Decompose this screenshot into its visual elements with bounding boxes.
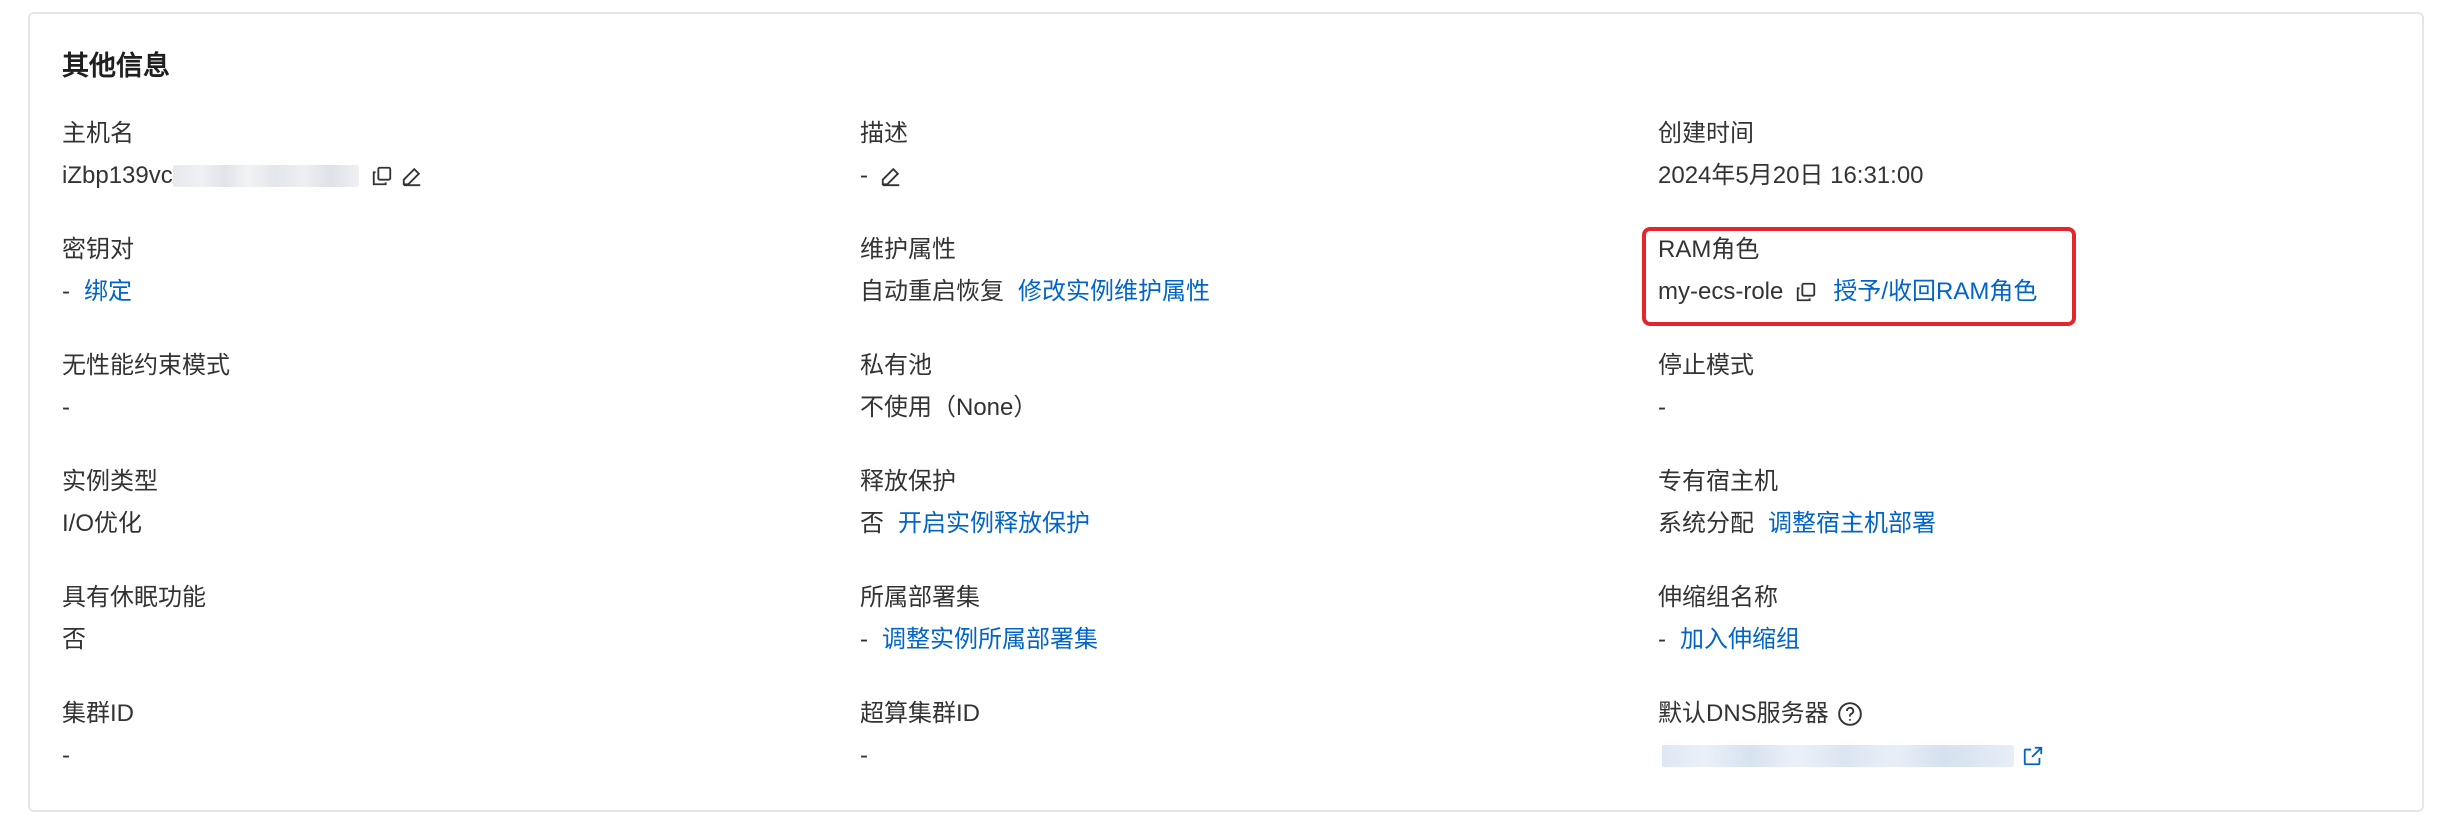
hibernation-value: 否 [62, 624, 860, 656]
adjust-deployment-set-link[interactable]: 调整实例所属部署集 [882, 624, 1098, 656]
no-perf-constraint-label: 无性能约束模式 [62, 352, 230, 379]
cluster-id-label: 集群ID [62, 700, 134, 727]
release-protection-value: 否 开启实例释放保护 [860, 508, 1658, 540]
field-created-time: 创建时间 2024年5月20日 16:31:00 [1658, 118, 2402, 234]
default-dns-label-row: 默认DNS服务器 [1658, 698, 2402, 730]
maintenance-text: 自动重启恢复 [860, 278, 1004, 305]
supercomputing-cluster-id-label: 超算集群ID [860, 700, 980, 727]
maintenance-label: 维护属性 [860, 236, 956, 263]
field-default-dns: 默认DNS服务器 [1658, 698, 2402, 814]
created-time-label: 创建时间 [1658, 120, 1754, 147]
scaling-group-label: 伸缩组名称 [1658, 584, 1778, 611]
scaling-group-value: - 加入伸缩组 [1658, 624, 2402, 656]
created-time-text: 2024年5月20日 16:31:00 [1658, 162, 1924, 189]
section-title: 其他信息 [62, 51, 170, 81]
edit-icon[interactable] [399, 163, 425, 189]
description-label: 描述 [860, 120, 908, 147]
adjust-host-deployment-link[interactable]: 调整宿主机部署 [1768, 508, 1936, 540]
default-dns-redacted [1662, 745, 2014, 767]
copy-icon[interactable] [369, 163, 395, 189]
instance-type-label: 实例类型 [62, 468, 158, 495]
bind-key-pair-link[interactable]: 绑定 [84, 276, 132, 308]
stop-mode-text: - [1658, 394, 1666, 421]
description-value: - [860, 160, 1658, 192]
info-grid: 主机名 iZbp139vc 描述 - 创建时间 2024年5月20日 16:31… [62, 118, 2402, 814]
hibernation-text: 否 [62, 626, 86, 653]
default-dns-label: 默认DNS服务器 [1658, 700, 1829, 727]
hostname-value: iZbp139vc [62, 160, 860, 192]
supercomputing-cluster-id-text: - [860, 742, 868, 769]
external-link-icon[interactable] [2020, 743, 2046, 769]
field-private-pool: 私有池 不使用（None） [860, 350, 1658, 466]
scaling-group-text: - [1658, 626, 1666, 653]
description-text: - [860, 162, 868, 189]
supercomputing-cluster-id-value: - [860, 740, 1658, 772]
field-release-protection: 释放保护 否 开启实例释放保护 [860, 466, 1658, 582]
ram-role-highlight [1642, 227, 2076, 326]
field-key-pair: 密钥对 - 绑定 [62, 234, 860, 350]
private-pool-text: 不使用（None） [860, 394, 1038, 421]
instance-type-text: I/O优化 [62, 510, 143, 537]
dedicated-host-text: 系统分配 [1658, 510, 1754, 537]
release-protection-label: 释放保护 [860, 468, 956, 495]
stop-mode-value: - [1658, 392, 2402, 424]
deployment-set-value: - 调整实例所属部署集 [860, 624, 1658, 656]
cluster-id-value: - [62, 740, 860, 772]
field-dedicated-host: 专有宿主机 系统分配 调整宿主机部署 [1658, 466, 2402, 582]
instance-type-value: I/O优化 [62, 508, 860, 540]
field-maintenance: 维护属性 自动重启恢复 修改实例维护属性 [860, 234, 1658, 350]
join-scaling-group-link[interactable]: 加入伸缩组 [1680, 624, 1800, 656]
field-stop-mode: 停止模式 - [1658, 350, 2402, 466]
stop-mode-label: 停止模式 [1658, 352, 1754, 379]
field-hostname: 主机名 iZbp139vc [62, 118, 860, 234]
field-description: 描述 - [860, 118, 1658, 234]
private-pool-value: 不使用（None） [860, 392, 1658, 424]
field-scaling-group: 伸缩组名称 - 加入伸缩组 [1658, 582, 2402, 698]
deployment-set-text: - [860, 626, 868, 653]
key-pair-text: - [62, 278, 70, 305]
field-instance-type: 实例类型 I/O优化 [62, 466, 860, 582]
modify-maintenance-link[interactable]: 修改实例维护属性 [1018, 276, 1210, 308]
key-pair-label: 密钥对 [62, 236, 134, 263]
field-supercomputing-cluster-id: 超算集群ID - [860, 698, 1658, 814]
no-perf-constraint-value: - [62, 392, 860, 424]
hostname-text: iZbp139vc [62, 162, 173, 189]
hostname-label: 主机名 [62, 120, 134, 147]
field-hibernation: 具有休眠功能 否 [62, 582, 860, 698]
dedicated-host-value: 系统分配 调整宿主机部署 [1658, 508, 2402, 540]
no-perf-constraint-text: - [62, 394, 70, 421]
field-cluster-id: 集群ID - [62, 698, 860, 814]
hostname-redacted [172, 165, 359, 187]
default-dns-value [1658, 740, 2402, 772]
deployment-set-label: 所属部署集 [860, 584, 980, 611]
maintenance-value: 自动重启恢复 修改实例维护属性 [860, 276, 1658, 308]
release-protection-text: 否 [860, 510, 884, 537]
created-time-value: 2024年5月20日 16:31:00 [1658, 160, 2402, 192]
private-pool-label: 私有池 [860, 352, 932, 379]
dedicated-host-label: 专有宿主机 [1658, 468, 1778, 495]
hibernation-label: 具有休眠功能 [62, 584, 206, 611]
question-circle-icon[interactable] [1837, 701, 1863, 727]
edit-icon[interactable] [878, 163, 904, 189]
field-no-perf-constraint: 无性能约束模式 - [62, 350, 860, 466]
cluster-id-text: - [62, 742, 70, 769]
key-pair-value: - 绑定 [62, 276, 860, 308]
field-deployment-set: 所属部署集 - 调整实例所属部署集 [860, 582, 1658, 698]
enable-release-protection-link[interactable]: 开启实例释放保护 [898, 508, 1090, 540]
